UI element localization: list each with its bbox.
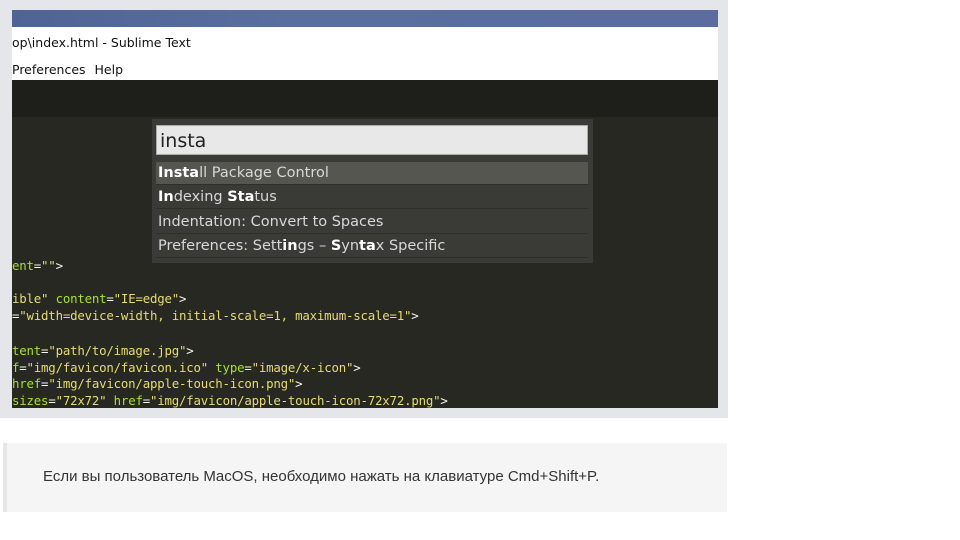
- code-line: sizes="72x72" href="img/favicon/apple-to…: [12, 393, 448, 408]
- command-palette-item[interactable]: Preferences: Settings – Syntax Specific: [156, 235, 588, 258]
- code-token: href: [113, 393, 143, 408]
- code-token: type: [215, 360, 245, 375]
- code-line: f="img/favicon/favicon.ico" type="image/…: [12, 360, 361, 375]
- code-token: =: [48, 393, 56, 408]
- item-text: tus: [254, 189, 277, 206]
- sublime-window: op\index.html - Sublime Text Preferences…: [12, 10, 718, 408]
- command-palette-item[interactable]: Indexing Status: [156, 186, 588, 210]
- code-token: ible": [12, 291, 49, 306]
- code-token: =: [142, 393, 150, 408]
- code-token: =: [33, 258, 42, 273]
- code-token: content: [55, 291, 107, 306]
- desktop-strip: [12, 10, 718, 27]
- command-palette-item[interactable]: Install Package Control: [156, 162, 588, 185]
- match-highlight: In: [158, 189, 174, 206]
- menu-bar: Preferences Help: [12, 62, 128, 77]
- code-token: >: [353, 360, 361, 375]
- code-editor[interactable]: ent=""> ible" content="IE=edge"> ="width=d…: [12, 117, 718, 408]
- note-text: Если вы пользователь MacOS, необходимо н…: [43, 468, 600, 485]
- tab-bar: [12, 80, 718, 117]
- note-blockquote: Если вы пользователь MacOS, необходимо н…: [3, 443, 727, 512]
- code-token: "img/favicon/favicon.ico": [26, 360, 209, 375]
- code-token: >: [440, 393, 448, 408]
- code-token: "": [41, 258, 56, 273]
- code-token: =: [19, 360, 27, 375]
- item-text: gs –: [297, 237, 331, 254]
- match-highlight: Insta: [158, 165, 200, 181]
- item-text: yn: [341, 237, 360, 254]
- match-highlight: ta: [359, 237, 376, 254]
- code-token: sizes: [12, 393, 49, 408]
- window-title: op\index.html - Sublime Text: [12, 35, 191, 50]
- code-token: "IE=edge": [113, 291, 180, 306]
- item-text: dexing: [173, 189, 228, 206]
- code-token: "img/favicon/apple-touch-icon-72x72.png": [149, 393, 441, 408]
- match-highlight: Sta: [227, 189, 255, 206]
- code-line: href="img/favicon/apple-touch-icon.png">: [12, 376, 303, 391]
- menu-help[interactable]: Help: [95, 62, 124, 77]
- code-token: >: [295, 376, 303, 391]
- item-text: Indentation: Convert to Spaces: [158, 213, 384, 230]
- code-line: ent="">: [12, 258, 63, 273]
- code-token: "path/to/image.jpg": [48, 343, 187, 358]
- code-line: tent="path/to/image.jpg">: [12, 343, 194, 358]
- code-token: >: [179, 291, 187, 306]
- command-palette-item[interactable]: Indentation: Convert to Spaces: [156, 211, 588, 234]
- code-token: =: [106, 291, 114, 306]
- menu-preferences[interactable]: Preferences: [12, 62, 86, 77]
- code-token: >: [186, 343, 194, 358]
- item-text: ll Package Control: [199, 165, 329, 181]
- code-token: href: [12, 376, 42, 391]
- code-token: "img/favicon/apple-touch-icon.png": [48, 376, 296, 391]
- item-text: Preferences: Sett: [158, 237, 283, 254]
- code-line: ible" content="IE=edge">: [12, 291, 186, 306]
- item-text: x Specific: [375, 237, 446, 254]
- screenshot-frame: op\index.html - Sublime Text Preferences…: [0, 0, 728, 418]
- code-token: >: [411, 308, 419, 323]
- match-highlight: S: [330, 237, 342, 254]
- code-token: ent: [12, 258, 34, 273]
- command-palette-input[interactable]: insta: [156, 125, 588, 155]
- code-token: "width=device-width, initial-scale=1, ma…: [19, 308, 412, 323]
- code-token: =: [244, 360, 252, 375]
- code-token: tent: [12, 343, 42, 358]
- match-highlight: in: [282, 237, 298, 254]
- command-palette: insta Install Package Control Indexing St…: [152, 119, 593, 263]
- code-line: ="width=device-width, initial-scale=1, m…: [12, 308, 419, 323]
- code-token: "72x72": [55, 393, 107, 408]
- code-token: "image/x-icon": [251, 360, 354, 375]
- code-token: >: [55, 258, 63, 273]
